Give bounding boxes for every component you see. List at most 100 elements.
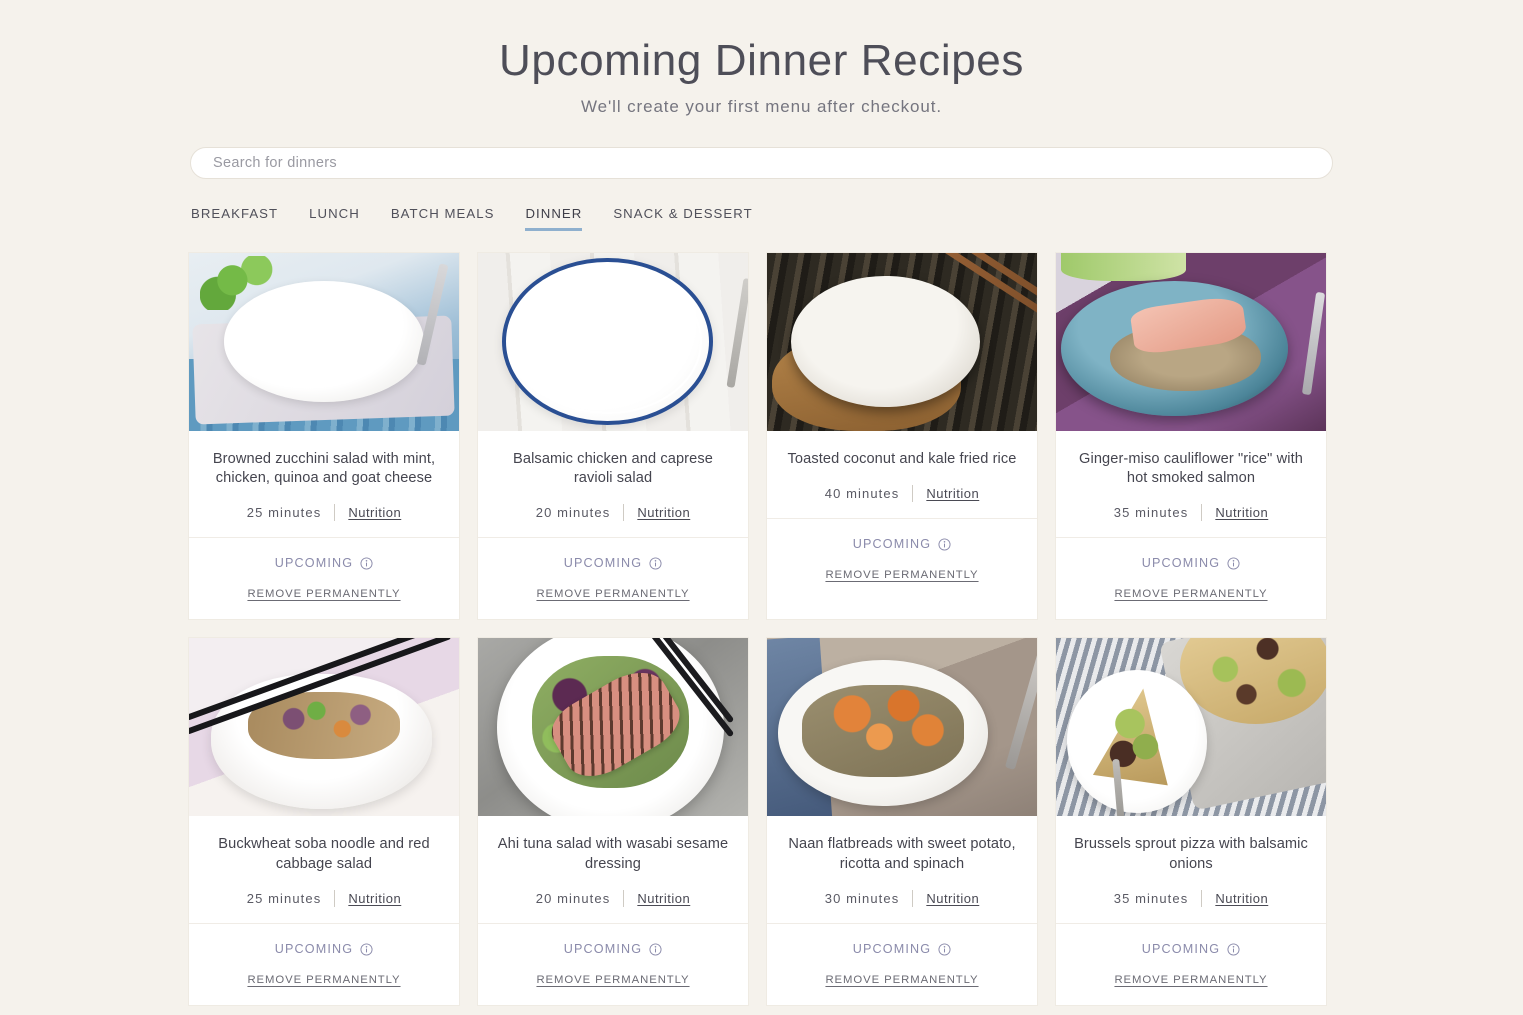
recipe-title[interactable]: Browned zucchini salad with mint, chicke…: [203, 450, 445, 489]
remove-permanently-link[interactable]: REMOVE PERMANENTLY: [1114, 974, 1267, 986]
recipe-meta: 25 minutes Nutrition: [203, 504, 445, 522]
tab-dinner[interactable]: DINNER: [525, 206, 583, 231]
recipe-cook-time: 25 minutes: [246, 505, 322, 521]
recipe-cook-time: 25 minutes: [246, 891, 322, 907]
recipe-card: Naan flatbreads with sweet potato, ricot…: [766, 637, 1038, 1007]
meta-divider: [1201, 504, 1203, 522]
recipe-card-footer: UPCOMING REMOVE PERMANENTLY: [189, 538, 459, 619]
recipe-title[interactable]: Brussels sprout pizza with balsamic onio…: [1070, 835, 1312, 874]
recipe-title[interactable]: Naan flatbreads with sweet potato, ricot…: [781, 835, 1023, 874]
nutrition-link[interactable]: Nutrition: [1215, 505, 1268, 520]
recipe-card-body: Ginger-miso cauliflower "rice" with hot …: [1056, 431, 1326, 539]
recipe-card: Brussels sprout pizza with balsamic onio…: [1055, 637, 1327, 1007]
recipe-card-footer: UPCOMING REMOVE PERMANENTLY: [189, 924, 459, 1005]
remove-permanently-link[interactable]: REMOVE PERMANENTLY: [536, 974, 689, 986]
info-circle-icon[interactable]: [360, 943, 373, 956]
recipe-card-body: Browned zucchini salad with mint, chicke…: [189, 431, 459, 539]
recipe-title[interactable]: Buckwheat soba noodle and red cabbage sa…: [203, 835, 445, 874]
remove-permanently-link[interactable]: REMOVE PERMANENTLY: [825, 974, 978, 986]
upcoming-status[interactable]: UPCOMING: [199, 556, 449, 570]
upcoming-status[interactable]: UPCOMING: [199, 942, 449, 956]
recipe-title[interactable]: Ahi tuna salad with wasabi sesame dressi…: [492, 835, 734, 874]
recipe-cook-time: 40 minutes: [824, 486, 900, 501]
recipe-title[interactable]: Toasted coconut and kale fried rice: [781, 450, 1023, 469]
brussels-sprout-pizza-photo[interactable]: [1056, 638, 1326, 817]
info-circle-icon[interactable]: [1227, 943, 1240, 956]
status-badge: UPCOMING: [852, 537, 932, 551]
ahi-tuna-salad-photo[interactable]: [478, 638, 748, 817]
meta-divider: [334, 504, 336, 522]
status-badge: UPCOMING: [563, 942, 643, 957]
remove-permanently-link[interactable]: REMOVE PERMANENTLY: [1114, 588, 1267, 600]
status-badge: UPCOMING: [274, 556, 354, 571]
info-circle-icon[interactable]: [1227, 557, 1240, 570]
nutrition-link[interactable]: Nutrition: [637, 891, 690, 906]
meta-divider: [334, 890, 336, 908]
recipe-card-body: Balsamic chicken and caprese ravioli sal…: [478, 431, 748, 539]
recipe-card: Toasted coconut and kale fried rice 40 mi…: [766, 251, 1038, 621]
upcoming-status[interactable]: UPCOMING: [777, 942, 1027, 956]
info-circle-icon[interactable]: [649, 943, 662, 956]
info-circle-icon[interactable]: [938, 943, 951, 956]
recipe-meta: 35 minutes Nutrition: [1070, 504, 1312, 522]
upcoming-status[interactable]: UPCOMING: [488, 942, 738, 956]
recipe-card-body: Brussels sprout pizza with balsamic onio…: [1056, 816, 1326, 925]
zucchini-salad-photo[interactable]: [189, 252, 459, 431]
soba-noodle-salad-photo[interactable]: [189, 638, 459, 817]
info-circle-icon[interactable]: [360, 557, 373, 570]
recipe-cook-time: 30 minutes: [824, 891, 900, 907]
tab-batch-meals[interactable]: BATCH MEALS: [391, 206, 495, 231]
recipe-card: Buckwheat soba noodle and red cabbage sa…: [188, 637, 460, 1007]
recipe-card: Ahi tuna salad with wasabi sesame dressi…: [477, 637, 749, 1007]
nutrition-link[interactable]: Nutrition: [637, 505, 690, 520]
page-title: Upcoming Dinner Recipes: [499, 36, 1024, 85]
tab-snack-dessert[interactable]: SNACK & DESSERT: [613, 206, 752, 231]
recipe-card-body: Ahi tuna salad with wasabi sesame dressi…: [478, 816, 748, 925]
upcoming-status[interactable]: UPCOMING: [488, 556, 738, 570]
nutrition-link[interactable]: Nutrition: [348, 891, 401, 906]
recipe-meta: 20 minutes Nutrition: [492, 890, 734, 908]
recipe-cook-time: 35 minutes: [1113, 891, 1189, 907]
tab-breakfast[interactable]: BREAKFAST: [191, 206, 278, 231]
coconut-kale-fried-rice-photo[interactable]: [767, 252, 1037, 431]
recipe-card-body: Naan flatbreads with sweet potato, ricot…: [767, 816, 1037, 925]
status-badge: UPCOMING: [852, 942, 932, 957]
remove-permanently-link[interactable]: REMOVE PERMANENTLY: [536, 588, 689, 600]
page-header: Upcoming Dinner Recipes We'll create you…: [0, 0, 1523, 117]
search-input[interactable]: [190, 146, 1333, 179]
naan-flatbread-photo[interactable]: [767, 638, 1037, 817]
meta-divider: [912, 890, 914, 908]
page-subtitle: We'll create your first menu after check…: [581, 96, 942, 116]
recipe-card-body: Buckwheat soba noodle and red cabbage sa…: [189, 816, 459, 925]
remove-permanently-link[interactable]: REMOVE PERMANENTLY: [247, 974, 400, 986]
recipe-card-footer: UPCOMING REMOVE PERMANENTLY: [478, 924, 748, 1005]
nutrition-link[interactable]: Nutrition: [926, 486, 979, 501]
recipe-title[interactable]: Ginger-miso cauliflower "rice" with hot …: [1070, 450, 1312, 489]
recipe-meta: 25 minutes Nutrition: [203, 890, 445, 908]
upcoming-status[interactable]: UPCOMING: [1066, 556, 1316, 570]
recipe-title[interactable]: Balsamic chicken and caprese ravioli sal…: [492, 450, 734, 489]
remove-permanently-link[interactable]: REMOVE PERMANENTLY: [825, 569, 978, 581]
meta-divider: [623, 890, 625, 908]
status-badge: UPCOMING: [1141, 942, 1221, 957]
upcoming-status[interactable]: UPCOMING: [1066, 942, 1316, 956]
nutrition-link[interactable]: Nutrition: [926, 891, 979, 906]
recipe-grid: Browned zucchini salad with mint, chicke…: [188, 251, 1335, 1007]
info-circle-icon[interactable]: [649, 557, 662, 570]
recipe-meta: 30 minutes Nutrition: [781, 890, 1023, 908]
recipe-cook-time: 20 minutes: [535, 505, 611, 521]
upcoming-status[interactable]: UPCOMING: [777, 537, 1027, 551]
recipe-card: Balsamic chicken and caprese ravioli sal…: [477, 251, 749, 621]
recipe-card: Browned zucchini salad with mint, chicke…: [188, 251, 460, 621]
status-badge: UPCOMING: [563, 556, 643, 571]
info-circle-icon[interactable]: [938, 537, 951, 551]
nutrition-link[interactable]: Nutrition: [348, 505, 401, 520]
remove-permanently-link[interactable]: REMOVE PERMANENTLY: [247, 588, 400, 600]
nutrition-link[interactable]: Nutrition: [1215, 891, 1268, 906]
ginger-miso-salmon-photo[interactable]: [1056, 252, 1326, 431]
caprese-ravioli-photo[interactable]: [478, 252, 748, 431]
tab-lunch[interactable]: LUNCH: [309, 206, 360, 231]
meta-divider: [623, 504, 625, 522]
recipe-card-footer: UPCOMING REMOVE PERMANENTLY: [478, 538, 748, 619]
recipe-card-footer: UPCOMING REMOVE PERMANENTLY: [1056, 924, 1326, 1005]
